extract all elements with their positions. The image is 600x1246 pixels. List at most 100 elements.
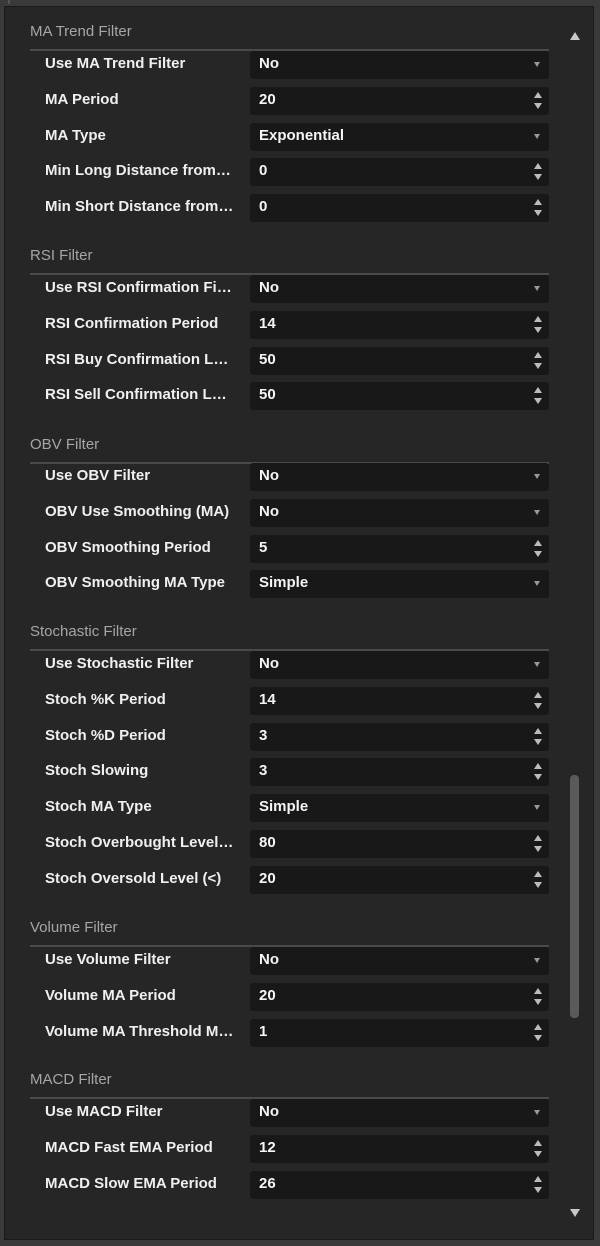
vertical-scrollbar[interactable] [565, 21, 587, 1226]
scroll-down-arrow-icon[interactable] [570, 1209, 580, 1217]
spinner-down-icon[interactable] [534, 363, 542, 369]
property-value[interactable]: 20 [259, 91, 276, 108]
property-value[interactable]: Exponential [259, 127, 344, 144]
property-value[interactable]: 12 [259, 1139, 276, 1156]
spinner-up-icon[interactable] [534, 352, 542, 358]
property-dropdown[interactable]: No [250, 275, 549, 303]
property-value[interactable]: No [259, 1103, 279, 1120]
spinner-arrows-icon[interactable] [533, 988, 543, 1006]
spinner-up-icon[interactable] [534, 92, 542, 98]
spinner-down-icon[interactable] [534, 103, 542, 109]
chevron-down-icon[interactable] [534, 958, 540, 963]
property-number-input[interactable]: 12 [250, 1135, 549, 1163]
chevron-down-icon[interactable] [534, 581, 540, 586]
spinner-arrows-icon[interactable] [533, 692, 543, 710]
property-value[interactable]: 20 [259, 987, 276, 1004]
spinner-up-icon[interactable] [534, 835, 542, 841]
property-value[interactable]: 20 [259, 870, 276, 887]
spinner-down-icon[interactable] [534, 551, 542, 557]
property-value[interactable]: 3 [259, 762, 267, 779]
property-dropdown[interactable]: No [250, 651, 549, 679]
spinner-up-icon[interactable] [534, 728, 542, 734]
property-value[interactable]: 14 [259, 691, 276, 708]
spinner-up-icon[interactable] [534, 540, 542, 546]
property-value[interactable]: No [259, 503, 279, 520]
chevron-down-icon[interactable] [534, 662, 540, 667]
spinner-down-icon[interactable] [534, 882, 542, 888]
property-dropdown[interactable]: No [250, 1099, 549, 1127]
property-number-input[interactable]: 0 [250, 158, 549, 186]
property-value[interactable]: 0 [259, 198, 267, 215]
spinner-arrows-icon[interactable] [533, 387, 543, 405]
spinner-arrows-icon[interactable] [533, 871, 543, 889]
spinner-arrows-icon[interactable] [533, 163, 543, 181]
property-dropdown[interactable]: No [250, 51, 549, 79]
property-value[interactable]: No [259, 55, 279, 72]
property-value[interactable]: No [259, 655, 279, 672]
chevron-down-icon[interactable] [534, 1110, 540, 1115]
spinner-down-icon[interactable] [534, 774, 542, 780]
property-value[interactable]: 80 [259, 834, 276, 851]
spinner-up-icon[interactable] [534, 1176, 542, 1182]
scroll-up-arrow-icon[interactable] [570, 32, 580, 40]
spinner-up-icon[interactable] [534, 988, 542, 994]
spinner-arrows-icon[interactable] [533, 316, 543, 334]
property-number-input[interactable]: 80 [250, 830, 549, 858]
property-value[interactable]: No [259, 467, 279, 484]
property-number-input[interactable]: 20 [250, 866, 549, 894]
chevron-down-icon[interactable] [534, 134, 540, 139]
spinner-arrows-icon[interactable] [533, 92, 543, 110]
spinner-down-icon[interactable] [534, 174, 542, 180]
spinner-up-icon[interactable] [534, 763, 542, 769]
spinner-arrows-icon[interactable] [533, 352, 543, 370]
chevron-down-icon[interactable] [534, 474, 540, 479]
spinner-down-icon[interactable] [534, 739, 542, 745]
spinner-down-icon[interactable] [534, 703, 542, 709]
spinner-up-icon[interactable] [534, 163, 542, 169]
spinner-down-icon[interactable] [534, 1187, 542, 1193]
property-number-input[interactable]: 3 [250, 758, 549, 786]
property-value[interactable]: 50 [259, 351, 276, 368]
spinner-arrows-icon[interactable] [533, 763, 543, 781]
spinner-down-icon[interactable] [534, 1035, 542, 1041]
spinner-arrows-icon[interactable] [533, 1176, 543, 1194]
property-value[interactable]: 14 [259, 315, 276, 332]
property-dropdown[interactable]: No [250, 499, 549, 527]
property-number-input[interactable]: 1 [250, 1019, 549, 1047]
property-number-input[interactable]: 14 [250, 687, 549, 715]
property-value[interactable]: Simple [259, 574, 308, 591]
spinner-up-icon[interactable] [534, 692, 542, 698]
property-number-input[interactable]: 50 [250, 347, 549, 375]
property-value[interactable]: 5 [259, 539, 267, 556]
property-number-input[interactable]: 14 [250, 311, 549, 339]
property-value[interactable]: 1 [259, 1023, 267, 1040]
property-number-input[interactable]: 20 [250, 87, 549, 115]
chevron-down-icon[interactable] [534, 62, 540, 67]
property-number-input[interactable]: 5 [250, 535, 549, 563]
scrollbar-thumb[interactable] [570, 775, 579, 1018]
property-number-input[interactable]: 50 [250, 382, 549, 410]
spinner-up-icon[interactable] [534, 871, 542, 877]
property-value[interactable]: 26 [259, 1175, 276, 1192]
spinner-arrows-icon[interactable] [533, 199, 543, 217]
property-number-input[interactable]: 26 [250, 1171, 549, 1199]
spinner-arrows-icon[interactable] [533, 540, 543, 558]
chevron-down-icon[interactable] [534, 805, 540, 810]
property-dropdown[interactable]: No [250, 947, 549, 975]
spinner-arrows-icon[interactable] [533, 1024, 543, 1042]
property-dropdown[interactable]: Simple [250, 570, 549, 598]
chevron-down-icon[interactable] [534, 510, 540, 515]
property-value[interactable]: No [259, 951, 279, 968]
chevron-down-icon[interactable] [534, 286, 540, 291]
property-value[interactable]: 3 [259, 727, 267, 744]
property-number-input[interactable]: 3 [250, 723, 549, 751]
property-number-input[interactable]: 0 [250, 194, 549, 222]
spinner-arrows-icon[interactable] [533, 728, 543, 746]
property-dropdown[interactable]: Exponential [250, 123, 549, 151]
spinner-down-icon[interactable] [534, 846, 542, 852]
spinner-down-icon[interactable] [534, 1151, 542, 1157]
property-value[interactable]: Simple [259, 798, 308, 815]
property-value[interactable]: 0 [259, 162, 267, 179]
spinner-arrows-icon[interactable] [533, 835, 543, 853]
spinner-down-icon[interactable] [534, 327, 542, 333]
